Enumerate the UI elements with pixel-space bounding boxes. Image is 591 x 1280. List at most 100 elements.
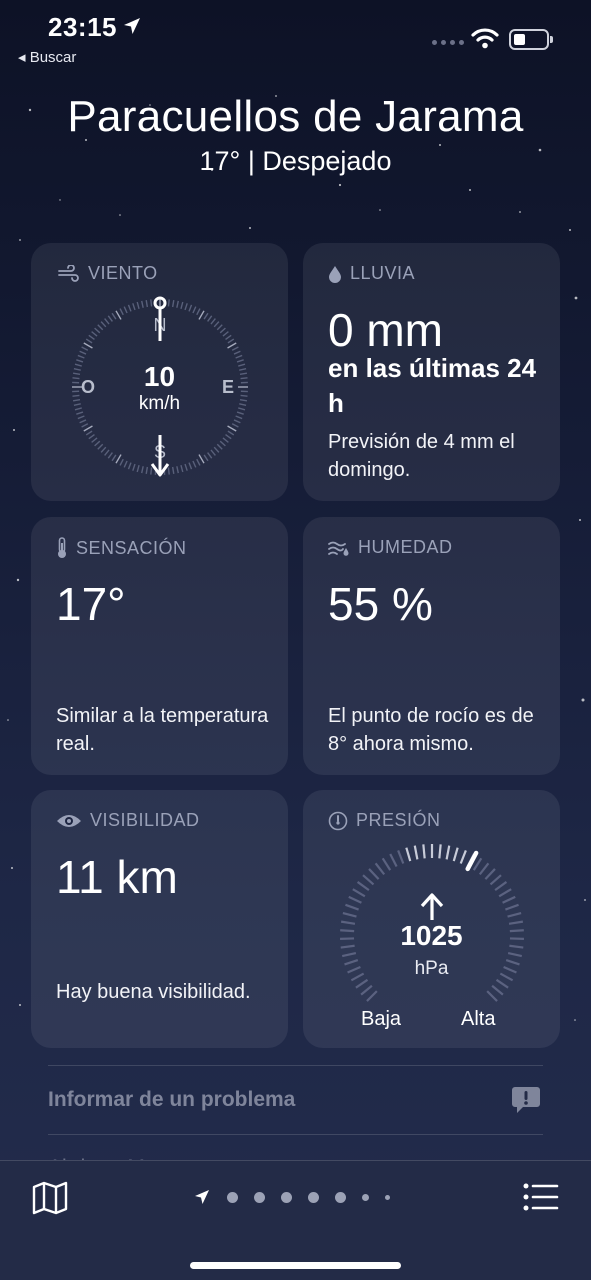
compass-tick xyxy=(100,446,107,453)
location-arrow-icon xyxy=(124,18,140,34)
pressure-tick xyxy=(445,845,451,860)
feels-like-description: Similar a la temperatura real. xyxy=(56,705,269,755)
page-dot[interactable] xyxy=(308,1191,319,1203)
compass-tick xyxy=(171,299,175,308)
back-to-search-link[interactable]: ◂ Buscar xyxy=(18,48,76,66)
compass-tick xyxy=(225,334,232,340)
wind-card-label: VIENTO xyxy=(58,263,158,284)
compass-tick xyxy=(198,310,205,320)
page-dot[interactable] xyxy=(362,1193,369,1201)
status-time: 23:15 xyxy=(48,12,117,42)
wifi-icon xyxy=(471,28,499,49)
list-icon[interactable] xyxy=(523,1183,559,1211)
map-icon[interactable] xyxy=(32,1181,68,1215)
status-bar: 23:15 ◂ Buscar xyxy=(0,0,591,80)
page-dot[interactable] xyxy=(385,1194,390,1200)
compass-tick xyxy=(94,327,101,334)
rain-period: en las últimas 24 h xyxy=(328,353,537,418)
compass-tick xyxy=(216,443,223,450)
compass-tick xyxy=(233,419,241,424)
compass-tick xyxy=(180,465,184,473)
battery-icon xyxy=(509,29,553,50)
compass-tick xyxy=(196,458,201,466)
compass-tick xyxy=(176,300,179,308)
rain-card-label: LLUVIA xyxy=(328,263,415,284)
pressure-tick xyxy=(397,850,405,864)
compass-tick xyxy=(83,425,93,432)
pressure-tick xyxy=(495,978,509,989)
page-dot[interactable] xyxy=(281,1191,292,1203)
compass-tick xyxy=(145,466,149,475)
current-location-page-icon[interactable] xyxy=(193,1188,211,1206)
pressure-tick xyxy=(374,862,386,876)
pressure-tick xyxy=(360,984,373,996)
compass-tick xyxy=(97,324,104,331)
compass-tick xyxy=(167,467,170,475)
pressure-tick xyxy=(452,847,459,862)
cellular-signal-icon xyxy=(432,40,464,45)
compass-tick xyxy=(213,321,220,328)
compass-tick xyxy=(119,308,124,316)
compass-tick xyxy=(81,423,89,428)
page-dot[interactable] xyxy=(254,1191,265,1203)
compass-tick xyxy=(235,354,243,359)
rain-amount: 0 mm xyxy=(328,304,443,356)
compass-tick xyxy=(150,299,153,307)
visibility-card[interactable]: VISIBILIDAD 11 km Hay buena visibilidad. xyxy=(31,790,288,1048)
compass-tick xyxy=(207,315,213,322)
compass-tick xyxy=(222,437,229,443)
location-header: Paracuellos de Jarama 17° | Despejado xyxy=(0,92,591,177)
report-problem-row[interactable]: Informar de un problema xyxy=(48,1065,543,1135)
wind-icon xyxy=(58,264,79,282)
compass-tick xyxy=(216,324,223,331)
wind-speed-value: 10 xyxy=(143,361,176,392)
wind-card[interactable]: VIENTO N S E O 10 km/h xyxy=(31,243,288,501)
compass-tick xyxy=(176,466,179,474)
compass-tick xyxy=(132,463,136,471)
visibility-value: 11 km xyxy=(56,851,178,903)
compass-tick xyxy=(97,443,104,450)
pressure-tick xyxy=(422,844,426,859)
pressure-tick xyxy=(507,912,522,918)
compass-tick xyxy=(127,462,132,470)
page-dot[interactable] xyxy=(335,1191,346,1203)
compass-tick xyxy=(188,462,193,470)
report-problem-label: Informar de un problema xyxy=(48,1088,296,1111)
compass-tick xyxy=(77,354,85,359)
page-dot[interactable] xyxy=(227,1191,238,1203)
raindrop-icon xyxy=(329,265,341,283)
gauge-icon xyxy=(328,811,348,830)
home-indicator[interactable] xyxy=(190,1262,401,1269)
visibility-description: Hay buena visibilidad. xyxy=(56,981,251,1003)
humidity-card[interactable]: HUMEDAD 55 % El punto de rocío es de 8° … xyxy=(303,517,560,775)
pressure-tick xyxy=(368,868,380,880)
rain-card[interactable]: LLUVIA 0 mm en las últimas 24 h Previsió… xyxy=(303,243,560,501)
pressure-tick xyxy=(342,912,357,918)
page-indicator[interactable] xyxy=(193,1188,390,1206)
compass-tick xyxy=(227,425,237,432)
pressure-low-label: Baja xyxy=(361,1008,402,1030)
humidity-value: 55 % xyxy=(328,578,433,630)
feels-like-card[interactable]: SENSACIÓN 17° Similar a la temperatura r… xyxy=(31,517,288,775)
thermometer-icon xyxy=(58,537,66,558)
pressure-value: 1025 xyxy=(400,920,463,951)
pressure-tick xyxy=(438,844,442,859)
compass-tick xyxy=(145,299,149,308)
compass-tick xyxy=(219,440,226,447)
current-conditions: 17° | Despejado xyxy=(199,146,392,176)
compass-tick xyxy=(235,415,243,420)
pressure-card[interactable]: PRESIÓN 1025 hPa Baja Alta xyxy=(303,790,560,1048)
compass-tick xyxy=(167,299,170,307)
pressure-tick xyxy=(348,895,362,904)
compass-tick xyxy=(111,312,117,320)
pressure-tick xyxy=(405,847,412,862)
compass-tick xyxy=(198,454,205,464)
compass-tick xyxy=(180,301,184,309)
pressure-high-label: Alta xyxy=(461,1008,496,1030)
compass-tick xyxy=(231,423,239,428)
compass-tick xyxy=(85,338,93,344)
pressure-tick xyxy=(484,868,496,880)
compass-tick xyxy=(132,303,136,311)
compass-tick xyxy=(227,338,235,344)
compass-tick xyxy=(83,342,93,349)
